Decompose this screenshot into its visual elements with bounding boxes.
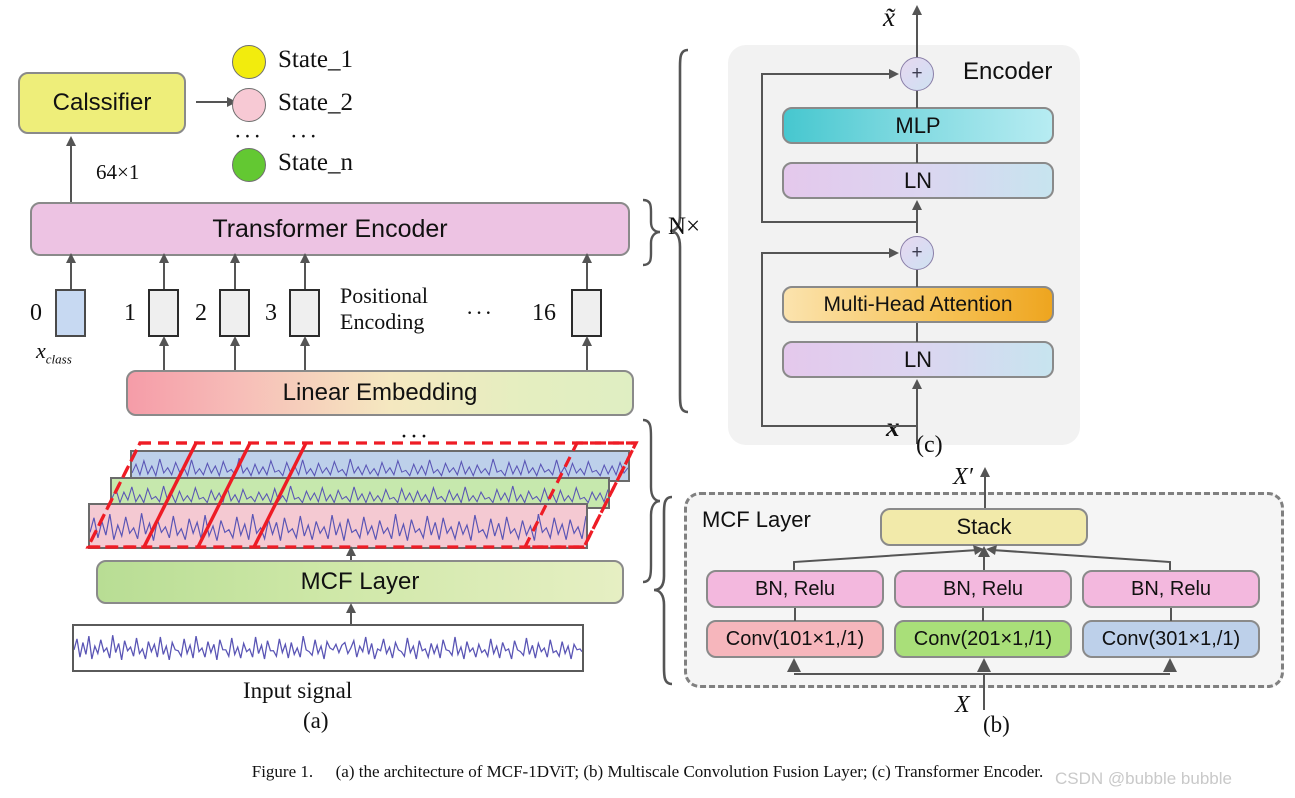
token-box-2[interactable] xyxy=(219,289,250,337)
token-index-0: 0 xyxy=(30,300,42,326)
caption-prefix: Figure 1. xyxy=(251,762,314,781)
linear-embedding-box[interactable]: Linear Embedding xyxy=(126,370,634,416)
state-label-2: State_2 xyxy=(278,89,353,116)
arrow-embed-to-token-3 xyxy=(304,345,306,373)
classifier-label: Calssifier xyxy=(52,89,152,116)
positional-encoding-label: Positional Encoding xyxy=(340,283,429,334)
conv-label-3: Conv(301×1,/1) xyxy=(1101,627,1241,650)
encoder-output-symbol: x̃ xyxy=(883,2,895,32)
arrow-encoder-to-classifier xyxy=(70,145,72,203)
state-dot-n xyxy=(232,148,266,182)
mcf-layer-label: MCF Layer xyxy=(300,568,420,595)
mcf-output-symbol: X′ xyxy=(953,464,973,490)
transformer-encoder-box[interactable]: Transformer Encoder xyxy=(30,202,630,256)
bands-ellipsis: ··· xyxy=(400,424,430,450)
band-blue-waveform xyxy=(132,458,628,478)
classifier-box[interactable]: Calssifier xyxy=(18,72,186,134)
x-class-label: xclass xyxy=(36,338,72,367)
panel-a-label: (a) xyxy=(303,708,329,733)
input-signal-label: Input signal xyxy=(243,678,353,703)
arrow-embed-to-token-16 xyxy=(586,345,588,373)
stack-label: Stack xyxy=(956,514,1012,539)
classifier-arrow-label: 64×1 xyxy=(96,160,140,184)
state-dot-1 xyxy=(232,45,266,79)
conv-label-2: Conv(201×1,/1) xyxy=(913,627,1053,650)
mcf-panel-title: MCF Layer xyxy=(702,507,811,532)
caption-text: (a) the architecture of MCF-1DViT; (b) M… xyxy=(335,762,1044,781)
state-label-n: State_n xyxy=(278,149,353,176)
arrow-token-2-up xyxy=(234,262,236,290)
ln-bottom-box[interactable]: LN xyxy=(782,341,1054,378)
residual-add-top: + xyxy=(900,57,934,91)
ln-top-label: LN xyxy=(903,167,933,193)
stack-box[interactable]: Stack xyxy=(880,508,1088,546)
tokens-ellipsis: ··· xyxy=(466,300,494,325)
figure-canvas: Calssifier 64×1 State_1 State_2 ··· ··· … xyxy=(0,0,1295,798)
bn-relu-label-2: BN, Relu xyxy=(942,577,1024,600)
arrow-embed-to-token-1 xyxy=(163,345,165,373)
bn-relu-box-2[interactable]: BN, Relu xyxy=(894,570,1072,608)
token-index-2: 2 xyxy=(195,300,207,326)
mcf-layer-box[interactable]: MCF Layer xyxy=(96,560,624,604)
conv-box-1[interactable]: Conv(101×1,/1) xyxy=(706,620,884,658)
line-mha-to-add xyxy=(916,270,918,287)
transformer-encoder-label: Transformer Encoder xyxy=(212,214,448,243)
residual-add-mid: + xyxy=(900,236,934,270)
token-box-16[interactable] xyxy=(571,289,602,337)
states-ellipsis-left: ··· xyxy=(234,124,263,149)
token-box-3[interactable] xyxy=(289,289,320,337)
mlp-label: MLP xyxy=(895,112,941,138)
ln-bottom-label: LN xyxy=(903,346,933,372)
conv-label-1: Conv(101×1,/1) xyxy=(725,627,865,650)
line-conv2-to-bn2 xyxy=(982,608,984,621)
token-index-1: 1 xyxy=(124,300,136,326)
token-index-16: 16 xyxy=(532,300,556,326)
signal-band-pink xyxy=(88,503,588,549)
token-box-0[interactable] xyxy=(55,289,86,337)
states-ellipsis-right: ··· xyxy=(290,124,319,149)
encoder-repeat-label: N× xyxy=(668,213,701,240)
watermark: CSDN @bubble bubble xyxy=(1055,769,1232,788)
state-dot-2 xyxy=(232,88,266,122)
state-label-1: State_1 xyxy=(278,46,353,73)
line-lnbottom-to-mha xyxy=(916,323,918,342)
mlp-box[interactable]: MLP xyxy=(782,107,1054,144)
panel-b-label: (b) xyxy=(983,712,1010,737)
conv-box-3[interactable]: Conv(301×1,/1) xyxy=(1082,620,1260,658)
bn-relu-label-3: BN, Relu xyxy=(1130,577,1212,600)
conv-box-2[interactable]: Conv(201×1,/1) xyxy=(894,620,1072,658)
arrow-add-mid-to-lntop xyxy=(916,209,918,233)
arrow-embed-to-token-2 xyxy=(234,345,236,373)
brace-mcf-b xyxy=(653,495,673,686)
line-mlp-to-add xyxy=(916,91,918,108)
arrow-token-3-up xyxy=(304,262,306,290)
brace-transformer xyxy=(642,198,661,267)
input-signal-box xyxy=(72,624,584,672)
band-pink-waveform xyxy=(90,513,586,541)
mcf-input-symbol: X xyxy=(955,692,970,718)
arrow-token-0-up xyxy=(70,262,72,290)
token-box-1[interactable] xyxy=(148,289,179,337)
arrow-token-1-up xyxy=(163,262,165,290)
bn-relu-box-1[interactable]: BN, Relu xyxy=(706,570,884,608)
multi-head-attention-label: Multi-Head Attention xyxy=(823,292,1013,316)
line-lntop-to-mlp xyxy=(916,144,918,163)
multi-head-attention-box[interactable]: Multi-Head Attention xyxy=(782,286,1054,323)
bn-relu-box-3[interactable]: BN, Relu xyxy=(1082,570,1260,608)
encoder-input-symbol: x xyxy=(886,412,900,442)
bn-relu-label-1: BN, Relu xyxy=(754,577,836,600)
arrow-token-16-up xyxy=(586,262,588,290)
ln-top-box[interactable]: LN xyxy=(782,162,1054,199)
line-conv3-to-bn3 xyxy=(1170,608,1172,621)
arrow-classifier-to-states xyxy=(196,101,228,103)
brace-mcf-a xyxy=(642,418,661,584)
token-index-3: 3 xyxy=(265,300,277,326)
arrow-stack-output xyxy=(984,476,986,510)
line-conv1-to-bn1 xyxy=(794,608,796,621)
linear-embedding-label: Linear Embedding xyxy=(282,379,478,406)
input-signal-waveform xyxy=(74,635,582,661)
panel-c-label: (c) xyxy=(916,432,943,458)
encoder-title: Encoder xyxy=(963,58,1053,85)
